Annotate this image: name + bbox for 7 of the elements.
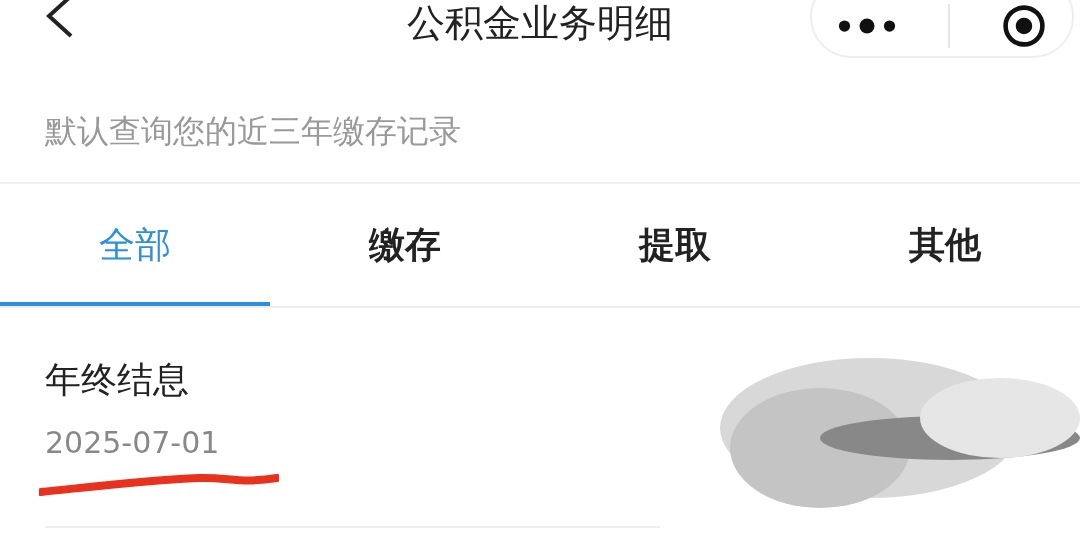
page-title: 公积金业务明细 xyxy=(407,0,673,47)
tab[interactable]: 缴存 xyxy=(270,184,540,306)
tab[interactable]: 其他 xyxy=(810,184,1080,306)
record-title: 年终结息 xyxy=(45,358,189,402)
tab[interactable]: 提取 xyxy=(540,184,810,306)
notice-text: 默认查询您的近三年缴存记录 xyxy=(44,111,462,152)
record-date: 2025-07-01 xyxy=(45,425,220,460)
